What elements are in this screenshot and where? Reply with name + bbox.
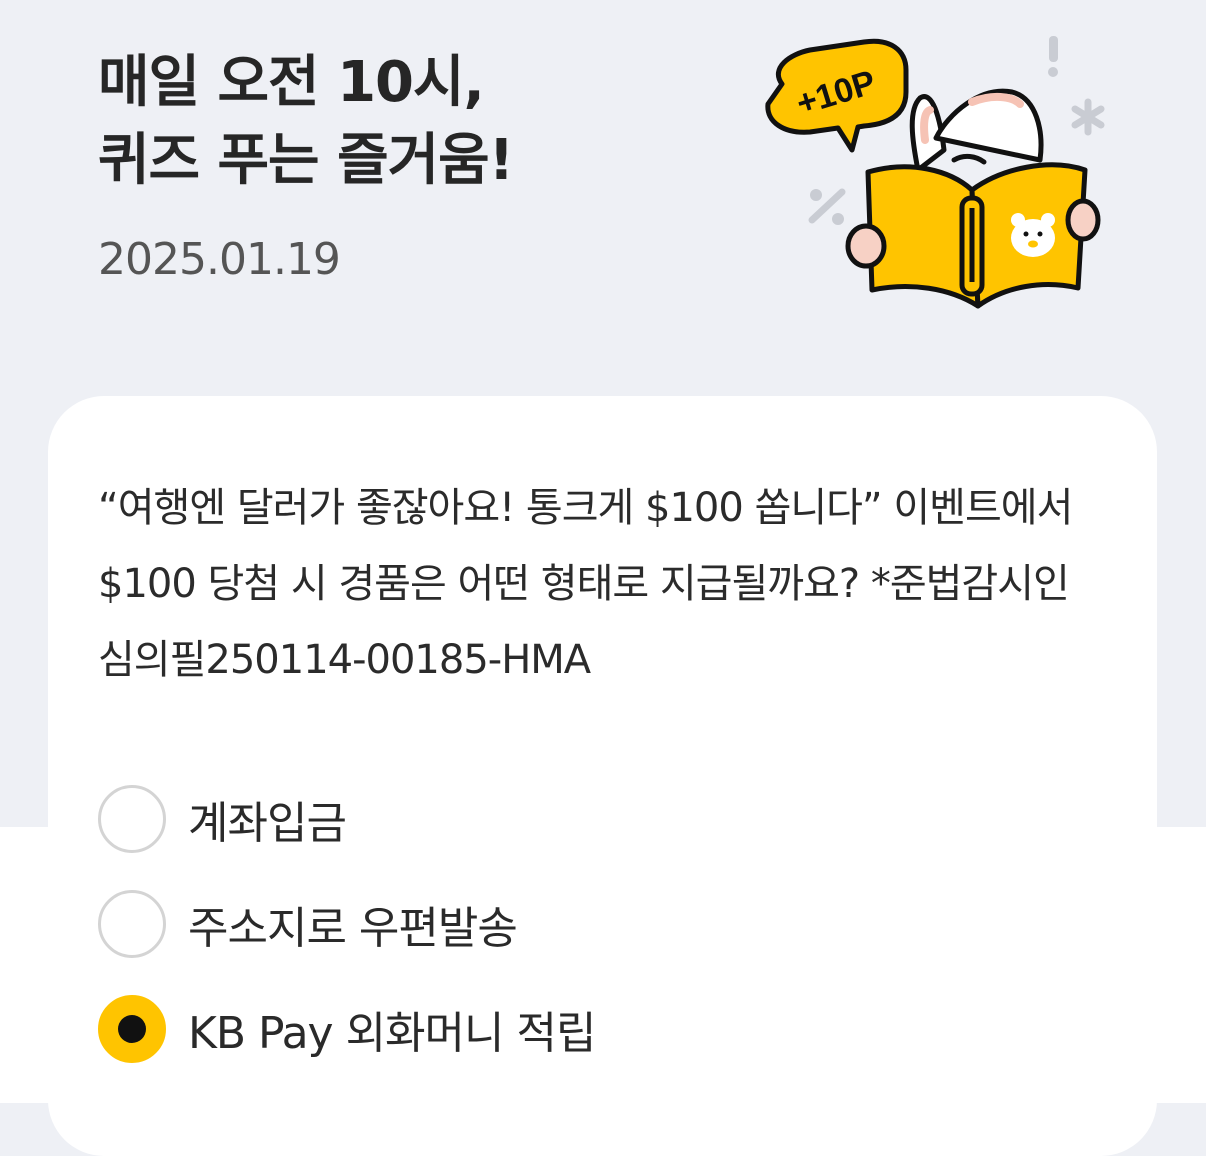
page-title-line-2: 퀴즈 푸는 즐거움! xyxy=(98,128,514,193)
answer-options: 계좌입금 주소지로 우편발송 KB Pay 외화머니 적립 xyxy=(98,780,1098,1095)
page-title-line-1: 매일 오전 10시, xyxy=(98,50,485,115)
answer-option-label: 주소지로 우편발송 xyxy=(188,903,518,954)
answer-option-label: 계좌입금 xyxy=(188,798,347,849)
answer-option-label: KB Pay 외화머니 적립 xyxy=(188,1008,596,1059)
page-title: 매일 오전 10시, 퀴즈 푸는 즐거움! xyxy=(98,44,514,200)
radio-button[interactable] xyxy=(98,785,166,853)
radio-button-selected[interactable] xyxy=(98,995,166,1063)
bear-face-icon xyxy=(1011,213,1055,257)
answer-option-1[interactable]: 계좌입금 xyxy=(98,780,1098,858)
exclamation-icon xyxy=(1048,36,1058,77)
asterisk-icon xyxy=(1071,98,1105,136)
radio-selected-dot xyxy=(118,1015,146,1043)
radio-button[interactable] xyxy=(98,890,166,958)
percent-icon xyxy=(808,188,846,225)
answer-option-3[interactable]: KB Pay 외화머니 적립 xyxy=(98,990,1098,1068)
quiz-question: “여행엔 달러가 좋잖아요! 통크게 $100 쏩니다” 이벤트에서 $100 … xyxy=(98,485,1073,683)
answer-option-2[interactable]: 주소지로 우편발송 xyxy=(98,885,1098,963)
quiz-date: 2025.01.19 xyxy=(98,234,341,285)
rabbit-head xyxy=(909,88,1044,173)
badge-bubble: +10P xyxy=(765,38,909,153)
reading-rabbit-illustration: +10P xyxy=(765,36,1105,309)
